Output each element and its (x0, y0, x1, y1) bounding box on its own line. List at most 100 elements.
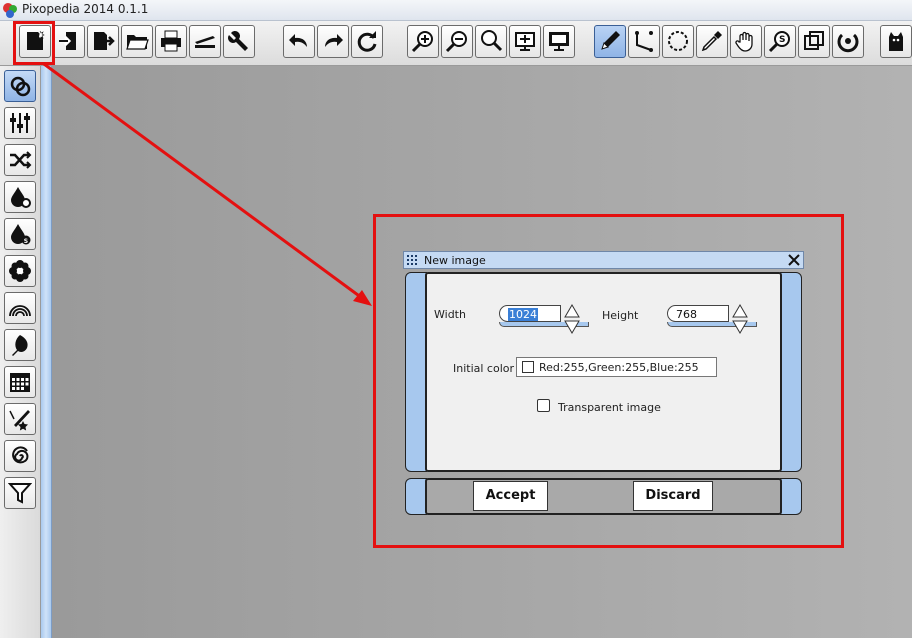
path-tool-button[interactable] (628, 25, 660, 58)
print-icon (161, 30, 181, 52)
app-title: Pixopedia 2014 0.1.1 (22, 2, 149, 16)
funnel-icon (8, 483, 32, 504)
accept-button[interactable]: Accept (473, 481, 548, 511)
height-label: Height (602, 309, 639, 322)
eyedropper-icon (701, 31, 722, 52)
crop-icon (804, 31, 824, 50)
drop-settings-tool-button[interactable] (4, 181, 36, 213)
sliders-icon (10, 113, 30, 133)
drop-gear-icon (11, 187, 31, 208)
height-input[interactable]: 768 (667, 305, 729, 322)
ellipse-select-icon (668, 31, 688, 51)
print-button[interactable] (155, 25, 187, 58)
dialog-titlebar[interactable]: New image (403, 251, 804, 269)
ellipse-select-button[interactable] (662, 25, 694, 58)
initial-color-picker[interactable]: Red:255,Green:255,Blue:255 (516, 357, 717, 377)
wrench-icon (228, 31, 248, 51)
pencil-icon (601, 31, 620, 50)
redo-icon (325, 34, 343, 47)
filter-tool-button[interactable] (4, 477, 36, 509)
rainbow-icon (9, 305, 31, 317)
fit-window-icon (515, 32, 535, 51)
shuffle-tool-button[interactable] (4, 144, 36, 176)
open-folder-icon (126, 35, 149, 50)
transparent-label: Transparent image (558, 401, 661, 414)
redo-button[interactable] (317, 25, 349, 58)
zoom-out-button[interactable] (441, 25, 473, 58)
cat-icon (889, 32, 903, 51)
discard-button[interactable]: Discard (633, 481, 713, 511)
fit-window-button[interactable] (509, 25, 541, 58)
undo-button[interactable] (283, 25, 315, 58)
refresh-button[interactable] (351, 25, 383, 58)
refresh-icon (357, 31, 377, 52)
export-button[interactable] (87, 25, 119, 58)
width-input[interactable]: 1024 (499, 305, 561, 322)
height-value: 768 (676, 308, 697, 321)
hand-icon (735, 31, 753, 52)
path-icon (635, 31, 653, 52)
svg-text:S: S (24, 238, 28, 245)
dialog-title: New image (424, 254, 486, 267)
flower-tool-button[interactable] (4, 255, 36, 287)
levels-tool-button[interactable] (4, 107, 36, 139)
hand-tool-button[interactable] (730, 25, 762, 58)
brush-ring-icon (10, 76, 31, 97)
zoom-s-button[interactable]: S (764, 25, 796, 58)
eyedropper-button[interactable] (696, 25, 728, 58)
fullscreen-icon (549, 32, 569, 51)
brush-tool-button[interactable] (4, 70, 36, 102)
main-toolbar: S (0, 21, 912, 66)
width-spin-arrows[interactable] (564, 304, 580, 334)
zoom-in-button[interactable] (407, 25, 439, 58)
width-label: Width (434, 308, 466, 321)
left-tool-palette: S (0, 66, 41, 638)
rotate-icon (837, 33, 859, 53)
stapler-button[interactable] (189, 25, 221, 58)
drop-s-icon: S (11, 224, 31, 245)
leaf-icon (12, 335, 28, 356)
dialog-right-frame (780, 272, 802, 472)
dialog-left-frame (405, 272, 427, 472)
height-spin-arrows[interactable] (732, 304, 748, 334)
calendar-tool-button[interactable] (4, 366, 36, 398)
drop-s-tool-button[interactable]: S (4, 218, 36, 250)
fullscreen-button[interactable] (543, 25, 575, 58)
spiral-tool-button[interactable] (4, 440, 36, 472)
zoom-in-icon (411, 31, 433, 53)
zoom-out-icon (445, 31, 467, 53)
color-value: Red:255,Green:255,Blue:255 (539, 361, 699, 374)
panel-splitter[interactable] (41, 66, 52, 638)
width-value: 1024 (508, 308, 538, 321)
zoom-button[interactable] (475, 25, 507, 58)
grip-icon (407, 255, 417, 265)
undo-icon (289, 34, 307, 47)
initial-color-label: Initial color (453, 362, 515, 375)
pencil-tool-button[interactable] (594, 25, 626, 58)
transparent-checkbox[interactable] (537, 399, 550, 412)
cat-button[interactable] (880, 25, 912, 58)
window-titlebar: Pixopedia 2014 0.1.1 (0, 0, 912, 21)
color-swatch (522, 361, 534, 373)
open-button[interactable] (121, 25, 153, 58)
highlight-new-image-button (13, 21, 55, 65)
settings-button[interactable] (223, 25, 255, 58)
shuffle-icon (10, 151, 32, 169)
export-icon (94, 32, 115, 50)
leaf-tool-button[interactable] (4, 329, 36, 361)
buttonbar-left-frame (405, 478, 427, 515)
flower-icon (9, 260, 31, 282)
buttonbar-right-frame (780, 478, 802, 515)
calendar-grid-icon (10, 373, 30, 392)
close-icon[interactable] (787, 253, 801, 267)
import-button[interactable] (53, 25, 85, 58)
svg-text:S: S (779, 35, 785, 45)
rainbow-tool-button[interactable] (4, 292, 36, 324)
import-icon (59, 32, 76, 50)
rotate-button[interactable] (832, 25, 864, 58)
magic-tool-button[interactable] (4, 403, 36, 435)
spiral-icon (12, 446, 29, 464)
crop-button[interactable] (798, 25, 830, 58)
stapler-icon (195, 36, 215, 48)
zoom-s-icon: S (768, 31, 790, 53)
